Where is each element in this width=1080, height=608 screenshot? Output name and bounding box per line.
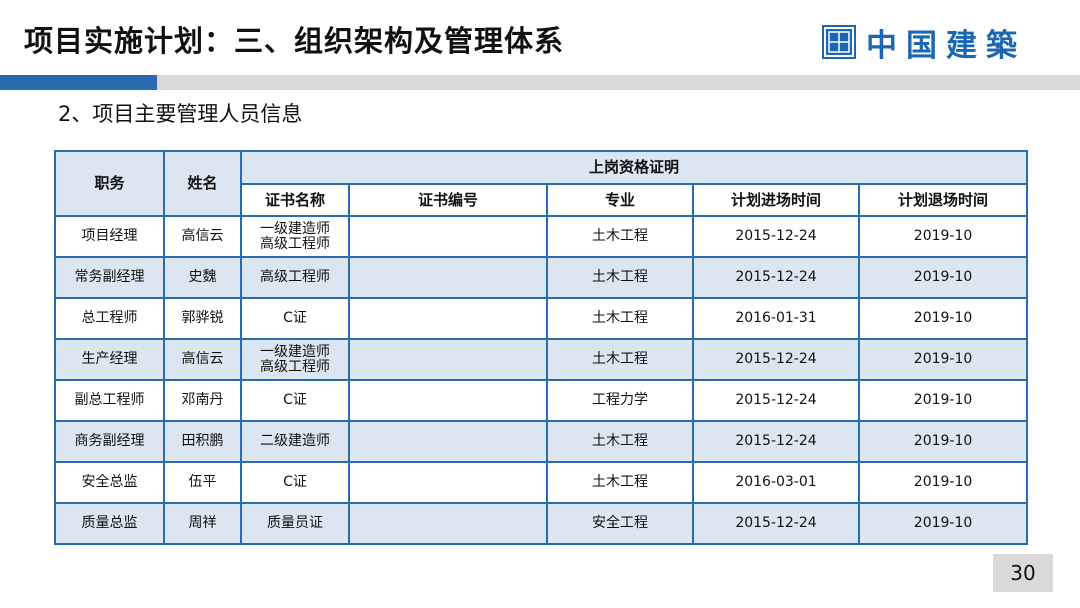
cell-position: 副总工程师 xyxy=(54,379,165,422)
cell-entry-time: 2015-12-24 xyxy=(692,256,860,299)
cell-major: 土木工程 xyxy=(546,215,694,258)
cert-line: 高级工程师 xyxy=(260,269,330,285)
cell-entry-time: 2015-12-24 xyxy=(692,379,860,422)
cell-entry-time: 2015-12-24 xyxy=(692,420,860,463)
cell-exit-time: 2019-10 xyxy=(857,502,1029,545)
cell-name: 高信云 xyxy=(163,215,242,258)
cert-line: 高级工程师 xyxy=(260,358,330,375)
cell-position: 安全总监 xyxy=(54,461,165,504)
cell-position: 质量总监 xyxy=(54,502,165,545)
cell-major: 土木工程 xyxy=(546,297,694,340)
cell-name: 伍平 xyxy=(163,461,242,504)
header-rule xyxy=(0,75,1080,90)
table-row: 常务副经理 史魏 高级工程师 土木工程 2015-12-24 2019-10 xyxy=(54,256,1029,299)
cell-cert-name: C证 xyxy=(240,461,350,504)
cell-exit-time: 2019-10 xyxy=(857,420,1029,463)
cell-name: 邓南丹 xyxy=(163,379,242,422)
cell-position: 商务副经理 xyxy=(54,420,165,463)
cell-cert-name: 一级建造师 高级工程师 xyxy=(240,215,350,258)
header-rule-accent xyxy=(0,75,157,90)
header-name: 姓名 xyxy=(163,150,242,217)
cell-major: 安全工程 xyxy=(546,502,694,545)
cell-entry-time: 2016-03-01 xyxy=(692,461,860,504)
cell-cert-name: 高级工程师 xyxy=(240,256,350,299)
cert-line: 一级建造师 xyxy=(260,220,330,237)
logo-wordmark: 中国建築 xyxy=(866,27,1026,64)
table-body: 项目经理 高信云 一级建造师 高级工程师 土木工程 2015-12-24 2019-10 常务… xyxy=(54,215,1029,545)
cell-major: 土木工程 xyxy=(546,338,694,381)
page-title: 项目实施计划：三、组织架构及管理体系 xyxy=(24,24,565,58)
header-position: 职务 xyxy=(54,150,165,217)
cell-cert-no xyxy=(348,215,548,258)
table-row: 副总工程师 邓南丹 C证 工程力学 2015-12-24 2019-10 xyxy=(54,379,1029,422)
cell-major: 土木工程 xyxy=(546,461,694,504)
table-row: 项目经理 高信云 一级建造师 高级工程师 土木工程 2015-12-24 2019-10 xyxy=(54,215,1029,258)
cell-entry-time: 2015-12-24 xyxy=(692,338,860,381)
cell-name: 郭骅锐 xyxy=(163,297,242,340)
header-entry-time: 计划进场时间 xyxy=(692,183,860,217)
header-exit-time: 计划退场时间 xyxy=(857,183,1029,217)
cell-position: 项目经理 xyxy=(54,215,165,258)
cell-major: 土木工程 xyxy=(546,256,694,299)
company-logo: 中国建築 xyxy=(822,20,1026,64)
cert-line: C证 xyxy=(283,392,307,408)
cell-name: 高信云 xyxy=(163,338,242,381)
cell-entry-time: 2015-12-24 xyxy=(692,502,860,545)
cert-line: 一级建造师 xyxy=(260,343,330,360)
cell-exit-time: 2019-10 xyxy=(857,297,1029,340)
cscec-logo-icon xyxy=(822,25,856,59)
header-cert-name: 证书名称 xyxy=(240,183,350,217)
table-row: 质量总监 周祥 质量员证 安全工程 2015-12-24 2019-10 xyxy=(54,502,1029,545)
cell-exit-time: 2019-10 xyxy=(857,461,1029,504)
cell-name: 田积鹏 xyxy=(163,420,242,463)
cert-line: 质量员证 xyxy=(267,515,323,531)
section-title: 2、项目主要管理人员信息 xyxy=(58,102,303,126)
table-row: 商务副经理 田积鹏 二级建造师 土木工程 2015-12-24 2019-10 xyxy=(54,420,1029,463)
cell-cert-no xyxy=(348,256,548,299)
cell-major: 工程力学 xyxy=(546,379,694,422)
table-row: 总工程师 郭骅锐 C证 土木工程 2016-01-31 2019-10 xyxy=(54,297,1029,340)
cert-line: C证 xyxy=(283,474,307,490)
cell-exit-time: 2019-10 xyxy=(857,256,1029,299)
header-cert-no: 证书编号 xyxy=(348,183,548,217)
cell-cert-name: C证 xyxy=(240,297,350,340)
table-row: 生产经理 高信云 一级建造师 高级工程师 土木工程 2015-12-24 2019-10 xyxy=(54,338,1029,381)
cell-exit-time: 2019-10 xyxy=(857,338,1029,381)
cell-cert-no xyxy=(348,461,548,504)
cell-cert-name: 质量员证 xyxy=(240,502,350,545)
cell-cert-no xyxy=(348,297,548,340)
cell-cert-name: 一级建造师 高级工程师 xyxy=(240,338,350,381)
cell-cert-no xyxy=(348,502,548,545)
cell-cert-no xyxy=(348,420,548,463)
cell-major: 土木工程 xyxy=(546,420,694,463)
cell-entry-time: 2015-12-24 xyxy=(692,215,860,258)
cell-cert-name: C证 xyxy=(240,379,350,422)
personnel-table: 职务 姓名 上岗资格证明 证书名称 证书编号 专业 计划进场时间 计划退场时间 … xyxy=(54,150,1029,545)
cert-line: 二级建造师 xyxy=(260,433,330,449)
cell-exit-time: 2019-10 xyxy=(857,379,1029,422)
cert-line: C证 xyxy=(283,310,307,326)
page-number: 30 xyxy=(993,554,1053,592)
cell-exit-time: 2019-10 xyxy=(857,215,1029,258)
cell-position: 常务副经理 xyxy=(54,256,165,299)
cell-name: 史魏 xyxy=(163,256,242,299)
cert-line: 高级工程师 xyxy=(260,235,330,252)
cell-cert-no xyxy=(348,379,548,422)
table-row: 安全总监 伍平 C证 土木工程 2016-03-01 2019-10 xyxy=(54,461,1029,504)
header-major: 专业 xyxy=(546,183,694,217)
cell-cert-no xyxy=(348,338,548,381)
cell-entry-time: 2016-01-31 xyxy=(692,297,860,340)
cell-position: 生产经理 xyxy=(54,338,165,381)
cell-position: 总工程师 xyxy=(54,297,165,340)
cell-cert-name: 二级建造师 xyxy=(240,420,350,463)
cell-name: 周祥 xyxy=(163,502,242,545)
header-qualification-group: 上岗资格证明 xyxy=(239,150,1029,185)
